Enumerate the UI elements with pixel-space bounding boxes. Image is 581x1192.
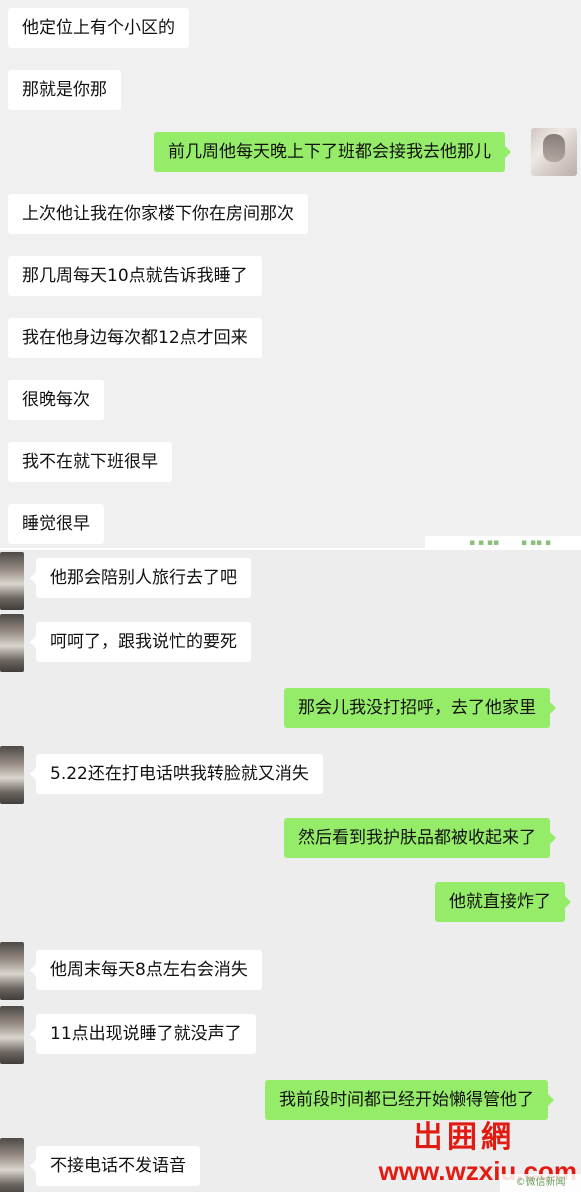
message-text: 他那会陪别人旅行去了吧 [50,568,237,588]
message-text: 那就是你那 [22,80,107,100]
message-bubble-incoming[interactable]: 那就是你那 [8,70,121,110]
contact-avatar[interactable] [0,1006,24,1064]
message-text: 我不在就下班很早 [22,452,158,472]
message-bubble-outgoing[interactable]: 我前段时间都已经开始懒得管他了 [265,1080,554,1120]
message-text: 前几周他每天晚上下了班都会接我去他那儿 [168,142,491,162]
cropped-overlay-strip: ▪ ▪ ▪▪ ▪ ▪▪ ▪ [425,536,581,548]
message-bubble-incoming[interactable]: 那几周每天10点就告诉我睡了 [8,256,262,296]
message-bubble-incoming[interactable]: 上次他让我在你家楼下你在房间那次 [8,194,308,234]
message-text: 我前段时间都已经开始懒得管他了 [279,1090,534,1110]
message-text: 然后看到我护肤品都被收起来了 [298,828,536,848]
contact-avatar[interactable] [0,552,24,610]
message-text: 很晚每次 [22,390,90,410]
message-bubble-incoming[interactable]: 他定位上有个小区的 [8,8,189,48]
message-text: 11点出现说睡了就没声了 [50,1024,242,1044]
message-bubble-outgoing[interactable]: 然后看到我护肤品都被收起来了 [284,818,556,858]
message-text: 他周末每天8点左右会消失 [50,960,248,980]
my-avatar[interactable] [531,128,577,176]
message-bubble-incoming[interactable]: 11点出现说睡了就没声了 [30,1014,256,1054]
message-text: 他定位上有个小区的 [22,18,175,38]
contact-avatar[interactable] [0,942,24,1000]
message-text: 上次他让我在你家楼下你在房间那次 [22,204,294,224]
watermark-logo: 岀囲網 [413,1120,515,1155]
watermark-corner-tag: ©微信新闻 [500,1174,581,1192]
message-text: 他就直接炸了 [449,892,551,912]
message-text: 那会儿我没打招呼，去了他家里 [298,698,536,718]
message-text: 那几周每天10点就告诉我睡了 [22,266,248,286]
message-text: 不接电话不发语音 [50,1156,186,1176]
message-bubble-incoming[interactable]: 我在他身边每次都12点才回来 [8,318,262,358]
chat-panel-bottom: 他那会陪别人旅行去了吧 呵呵了，跟我说忙的要死 那会儿我没打招呼，去了他家里 5… [0,550,581,1192]
message-text: 5.22还在打电话哄我转脸就又消失 [50,764,309,784]
message-bubble-incoming[interactable]: 我不在就下班很早 [8,442,172,482]
message-bubble-outgoing[interactable]: 他就直接炸了 [435,882,571,922]
message-bubble-incoming[interactable]: 5.22还在打电话哄我转脸就又消失 [30,754,323,794]
chat-panel-top: 他定位上有个小区的 那就是你那 前几周他每天晚上下了班都会接我去他那儿 上次他让… [0,0,581,548]
message-text: 呵呵了，跟我说忙的要死 [50,632,237,652]
message-bubble-outgoing[interactable]: 前几周他每天晚上下了班都会接我去他那儿 [154,132,511,172]
message-text: 睡觉很早 [22,514,90,534]
contact-avatar[interactable] [0,746,24,804]
contact-avatar[interactable] [0,614,24,672]
message-bubble-incoming[interactable]: 呵呵了，跟我说忙的要死 [30,622,251,662]
message-bubble-incoming[interactable]: 很晚每次 [8,380,104,420]
message-bubble-incoming[interactable]: 他那会陪别人旅行去了吧 [30,558,251,598]
message-bubble-incoming[interactable]: 睡觉很早 [8,504,104,544]
message-text: 我在他身边每次都12点才回来 [22,328,248,348]
message-bubble-incoming[interactable]: 不接电话不发语音 [30,1146,200,1186]
avatar-silhouette [543,134,565,162]
message-bubble-outgoing[interactable]: 那会儿我没打招呼，去了他家里 [284,688,556,728]
contact-avatar[interactable] [0,1138,24,1192]
message-bubble-incoming[interactable]: 他周末每天8点左右会消失 [30,950,262,990]
